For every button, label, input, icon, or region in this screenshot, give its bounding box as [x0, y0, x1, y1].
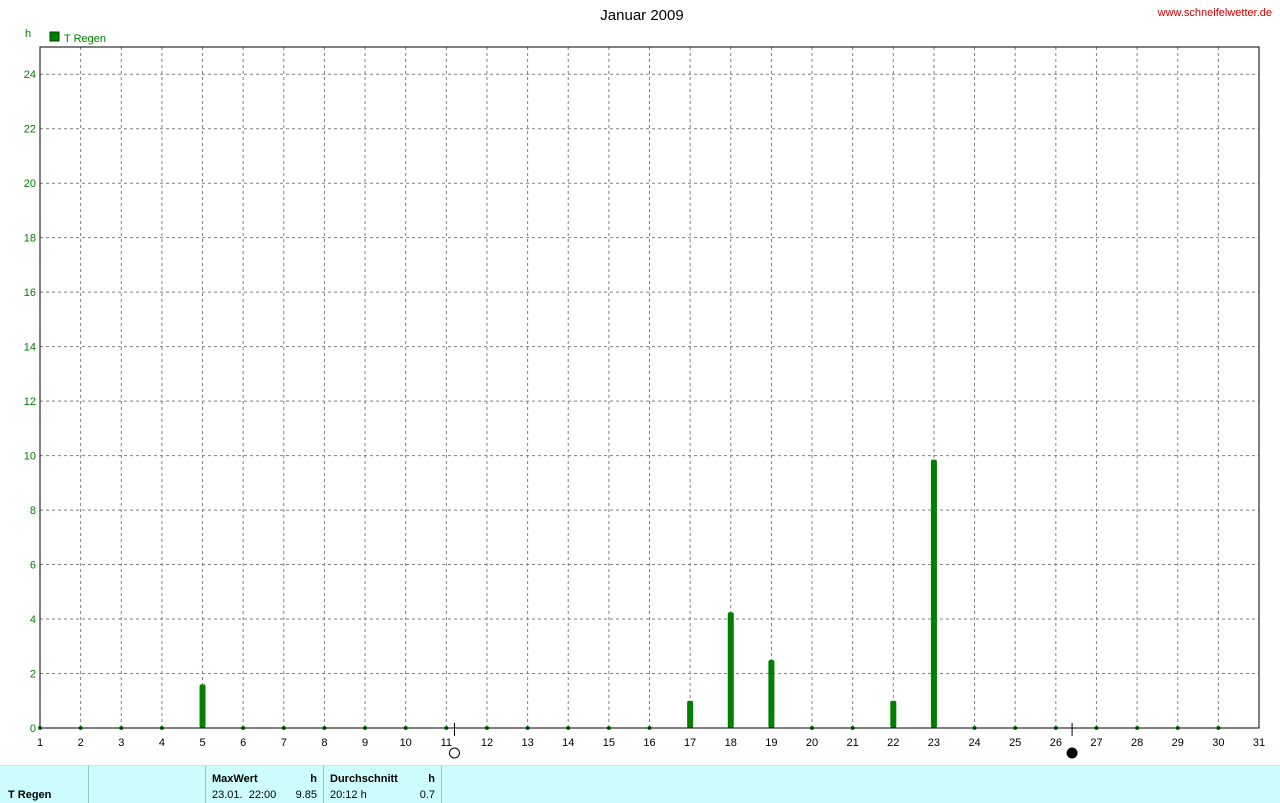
- footer-max-cell: MaxWert h 23.01. 22:00 9.85: [206, 766, 324, 803]
- new-moon-icon: [1066, 747, 1078, 759]
- legend-swatch: [49, 31, 60, 42]
- y-tick-label: 16: [24, 287, 36, 299]
- legend-label: T Regen: [64, 33, 106, 45]
- x-tick-label: 29: [1172, 737, 1184, 749]
- x-tick-label: 26: [1050, 737, 1062, 749]
- summary-footer: T Regen MaxWert h 23.01. 22:00 9.85 Durc…: [0, 765, 1280, 803]
- x-tick-label: 16: [643, 737, 655, 749]
- bars: [38, 459, 1221, 730]
- x-tick-label: 1: [37, 737, 43, 749]
- y-axis-ticks: 024681012141618202224: [24, 69, 36, 735]
- x-tick-label: 3: [118, 737, 124, 749]
- x-tick-label: 23: [928, 737, 940, 749]
- footer-avg-cell: Durchschnitt h 20:12 h 0.7: [324, 766, 442, 803]
- max-unit: h: [310, 773, 317, 785]
- x-tick-label: 4: [159, 737, 165, 749]
- x-tick-label: 22: [887, 737, 899, 749]
- x-tick-label: 6: [240, 737, 246, 749]
- x-tick-label: 11: [441, 737, 452, 749]
- bar: [890, 700, 897, 728]
- footer-empty-cell: [89, 766, 206, 803]
- max-header: MaxWert: [212, 773, 258, 785]
- bar: [687, 700, 694, 728]
- x-tick-label: 17: [684, 737, 696, 749]
- bar: [768, 659, 775, 728]
- site-link[interactable]: www.schneifelwetter.de: [1157, 7, 1272, 19]
- y-tick-label: 2: [30, 669, 36, 681]
- x-tick-label: 28: [1131, 737, 1143, 749]
- y-tick-label: 14: [24, 342, 36, 354]
- y-tick-label: 24: [24, 69, 36, 81]
- x-axis-ticks: 1 2 3 4 5 6 7 8 9 10 11 12 13 14 15 16 17 18 19 20 21 22 23 24 2…: [37, 737, 1265, 749]
- y-tick-label: 0: [30, 723, 36, 735]
- y-tick-label: 12: [24, 396, 36, 408]
- y-tick-label: 4: [30, 614, 36, 626]
- y-tick-label: 8: [30, 505, 36, 517]
- max-value: 9.85: [295, 789, 317, 801]
- avg-value: 0.7: [419, 789, 435, 801]
- footer-series-cell: T Regen: [0, 766, 89, 803]
- x-tick-label: 25: [1009, 737, 1021, 749]
- y-unit-label: h: [25, 28, 31, 40]
- x-tick-label: 21: [847, 737, 859, 749]
- x-tick-label: 10: [400, 737, 412, 749]
- max-time: 23.01. 22:00: [212, 789, 277, 801]
- full-moon-icon: [448, 747, 460, 759]
- bar: [930, 459, 937, 728]
- x-tick-label: 15: [603, 737, 615, 749]
- y-tick-label: 10: [24, 451, 36, 463]
- x-tick-label: 27: [1090, 737, 1102, 749]
- avg-unit: h: [428, 773, 435, 785]
- x-tick-label: 13: [521, 737, 533, 749]
- bar: [727, 612, 734, 728]
- y-tick-label: 22: [24, 124, 36, 136]
- x-tick-label: 19: [765, 737, 777, 749]
- x-tick-label: 31: [1253, 737, 1265, 749]
- x-tick-label: 9: [362, 737, 368, 749]
- y-tick-label: 6: [30, 560, 36, 572]
- chart-area: Januar 2009 www.schneifelwetter.de h T R…: [24, 7, 1272, 759]
- x-tick-label: 5: [199, 737, 205, 749]
- x-tick-label: 30: [1212, 737, 1224, 749]
- y-tick-label: 18: [24, 233, 36, 245]
- x-tick-label: 18: [725, 737, 737, 749]
- bar: [199, 684, 206, 728]
- y-tick-label: 20: [24, 178, 36, 190]
- avg-duration: 20:12 h: [330, 789, 367, 801]
- avg-header: Durchschnitt: [330, 773, 398, 785]
- grid: [40, 47, 1259, 728]
- x-tick-label: 2: [78, 737, 84, 749]
- footer-series-label: T Regen: [8, 789, 52, 801]
- x-tick-label: 7: [281, 737, 287, 749]
- chart-title: Januar 2009: [600, 7, 683, 24]
- x-tick-label: 14: [562, 737, 574, 749]
- x-tick-label: 8: [321, 737, 327, 749]
- x-tick-label: 24: [968, 737, 980, 749]
- x-tick-label: 12: [481, 737, 493, 749]
- x-tick-label: 20: [806, 737, 818, 749]
